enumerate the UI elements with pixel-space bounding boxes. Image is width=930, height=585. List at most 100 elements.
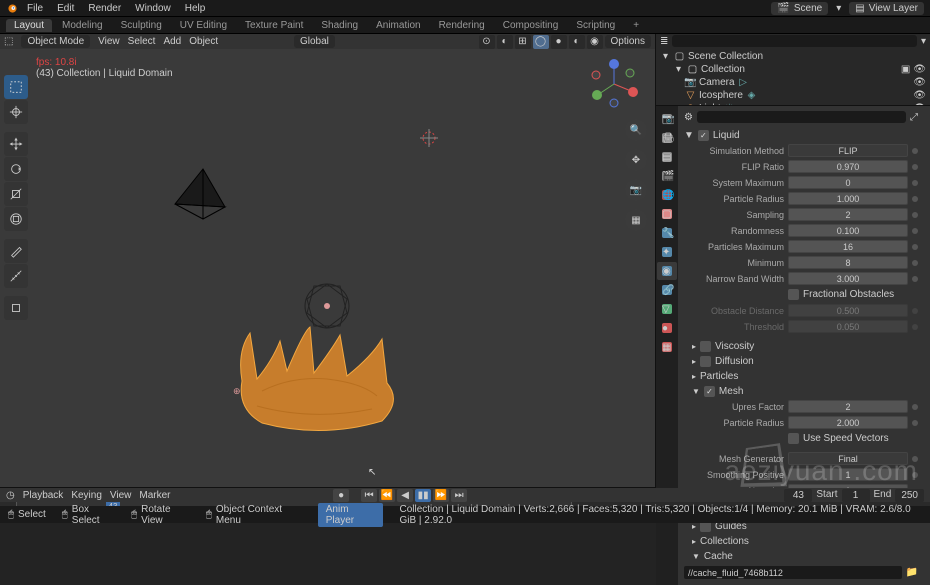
tab-shading[interactable]: Shading [313, 19, 366, 32]
prop-anim-dot[interactable] [912, 420, 918, 426]
timeline-menu[interactable]: Playback [23, 490, 64, 501]
tab-layout[interactable]: Layout [6, 19, 52, 32]
prop-anim-dot[interactable] [912, 212, 918, 218]
editor-type-icon[interactable]: ⬚ [4, 36, 13, 47]
folder-icon[interactable]: 📁 [906, 567, 918, 578]
eye-icon[interactable]: 👁 [913, 90, 926, 101]
prop-value-field[interactable]: 1.000 [788, 192, 908, 205]
scene-selector[interactable]: 🎬 Scene [771, 2, 828, 15]
timeline-menu[interactable]: Keying [71, 490, 102, 501]
tool-cursor[interactable] [4, 100, 28, 124]
tab-animation[interactable]: Animation [368, 19, 428, 32]
prop-value-field[interactable]: 0.500 [788, 304, 908, 317]
ptab-modifier[interactable]: 🔧 [657, 224, 677, 242]
prop-value-field[interactable]: 2 [788, 208, 908, 221]
tool-move[interactable] [4, 132, 28, 156]
particles-panel[interactable]: ▸Particles [684, 369, 918, 384]
tool-select-box[interactable] [4, 75, 28, 99]
prop-anim-dot[interactable] [912, 228, 918, 234]
filter-icon[interactable]: ▾ [921, 36, 926, 47]
tool-scale[interactable] [4, 182, 28, 206]
start-frame-field[interactable]: 1 [842, 489, 870, 502]
scene-browse-icon[interactable]: ▾ [836, 3, 841, 14]
tool-transform[interactable] [4, 207, 28, 231]
prop-anim-dot[interactable] [912, 308, 918, 314]
prop-anim-dot[interactable] [912, 196, 918, 202]
play-icon[interactable]: ▮▮ [415, 489, 431, 502]
outliner-root[interactable]: ▾ ▢ Scene Collection [656, 50, 930, 63]
eye-icon[interactable]: 👁 [913, 64, 926, 75]
fractional-obstacles-checkbox[interactable] [788, 289, 799, 300]
ptab-world[interactable]: 🌐 [657, 186, 677, 204]
tool-rotate[interactable] [4, 157, 28, 181]
props-search[interactable] [697, 111, 906, 123]
options-dropdown[interactable]: Options [605, 35, 651, 48]
tab-add[interactable]: + [625, 19, 647, 32]
timeline-menu[interactable]: Marker [139, 490, 170, 501]
ptab-material[interactable]: ● [657, 319, 677, 337]
gizmo-toggle-icon[interactable]: ◐ [497, 35, 513, 49]
prop-value-field[interactable]: 2.000 [788, 416, 908, 429]
prop-anim-dot[interactable] [912, 180, 918, 186]
menu-file[interactable]: File [21, 3, 49, 14]
ptab-mesh[interactable]: ▽ [657, 300, 677, 318]
prop-anim-dot[interactable] [912, 472, 918, 478]
xray-toggle-icon[interactable]: ⊞ [515, 35, 531, 49]
tab-rendering[interactable]: Rendering [431, 19, 493, 32]
prop-value-field[interactable]: 8 [788, 256, 908, 269]
outliner-item[interactable]: ▾ ▢ Collection ▣👁 [656, 63, 930, 76]
speed-vectors-checkbox[interactable] [788, 433, 799, 444]
eye-icon[interactable]: 👁 [913, 103, 926, 105]
tab-texture[interactable]: Texture Paint [237, 19, 311, 32]
keyframe-prev-icon[interactable]: ⏪ [379, 489, 395, 502]
viewport-3d[interactable]: ⊕ ↖ [0, 49, 655, 487]
menu-window[interactable]: Window [129, 3, 177, 14]
vp-menu-add[interactable]: Add [163, 36, 181, 47]
outliner-search[interactable] [672, 35, 917, 47]
overlays-toggle-icon[interactable]: ⊙ [479, 35, 495, 49]
menu-edit[interactable]: Edit [51, 3, 80, 14]
prop-value-field[interactable]: 2 [788, 400, 908, 413]
viscosity-panel[interactable]: ▸Viscosity [684, 339, 918, 354]
ptab-constraint[interactable]: 🔗 [657, 281, 677, 299]
shading-wireframe-icon[interactable]: ◯ [533, 35, 549, 49]
camera-view-icon[interactable]: 📷 [625, 179, 647, 201]
tab-modeling[interactable]: Modeling [54, 19, 111, 32]
jump-start-icon[interactable]: ⏮ [361, 489, 377, 502]
tab-uv[interactable]: UV Editing [172, 19, 235, 32]
layer-selector[interactable]: ▤ View Layer [849, 2, 924, 15]
collections-panel[interactable]: ▸Collections [684, 534, 918, 549]
gen-selector[interactable]: Final [788, 452, 908, 465]
timeline-editor-icon[interactable]: ◷ [6, 490, 15, 501]
prop-value-field[interactable]: 16 [788, 240, 908, 253]
shading-solid-icon[interactable]: ● [551, 35, 567, 49]
tab-sculpting[interactable]: Sculpting [113, 19, 170, 32]
ptab-render[interactable]: 📷 [657, 110, 677, 128]
nav-gizmo[interactable] [589, 59, 639, 109]
outliner-editor-icon[interactable]: ≣ [660, 36, 668, 47]
vp-menu-view[interactable]: View [98, 36, 120, 47]
outliner-item[interactable]: ▽ Icosphere ◈ 👁 [656, 89, 930, 102]
prop-value-field[interactable]: 0.100 [788, 224, 908, 237]
prop-anim-dot[interactable] [912, 244, 918, 250]
mode-selector[interactable]: Object Mode [21, 35, 90, 48]
outliner-item[interactable]: ◉ Light ☀ 👁 [656, 102, 930, 105]
prop-anim-dot[interactable] [912, 324, 918, 330]
ptab-texture[interactable]: ▦ [657, 338, 677, 356]
shading-material-icon[interactable]: ◐ [569, 35, 585, 49]
cache-path-field[interactable]: //cache_fluid_7468b112 [684, 566, 902, 579]
diffusion-panel[interactable]: ▸Diffusion [684, 354, 918, 369]
mesh-panel[interactable]: ▼Mesh [684, 384, 918, 399]
keyframe-next-icon[interactable]: ⏩ [433, 489, 449, 502]
autokey-icon[interactable]: ● [333, 489, 349, 502]
prop-anim-dot[interactable] [912, 260, 918, 266]
prop-anim-dot[interactable] [912, 404, 918, 410]
tab-compositing[interactable]: Compositing [495, 19, 567, 32]
end-frame-field[interactable]: 250 [895, 489, 924, 502]
move-view-icon[interactable]: ✥ [625, 149, 647, 171]
tool-measure[interactable] [4, 264, 28, 288]
zoom-icon[interactable]: 🔍 [625, 119, 647, 141]
prop-anim-dot[interactable] [912, 148, 918, 154]
ptab-viewlayer[interactable]: ▤ [657, 148, 677, 166]
vp-menu-select[interactable]: Select [128, 36, 156, 47]
